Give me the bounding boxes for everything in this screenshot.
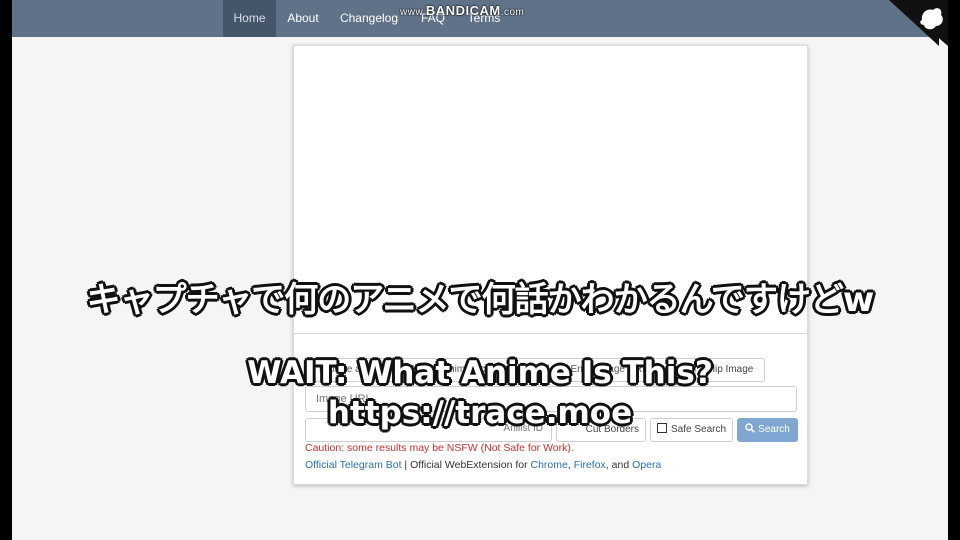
nav-changelog[interactable]: Changelog [334, 0, 404, 37]
bandicam-watermark: www.BANDICAM.com [400, 3, 525, 18]
chrome-link[interactable]: Chrome [531, 459, 568, 471]
subtitle-title: WAIT: What Anime Is This? [247, 355, 713, 391]
links-line: Official Telegram Bot | Official WebExte… [305, 459, 661, 471]
browser-viewport: Home About Changelog FAQ Terms Browse a … [12, 0, 948, 540]
app-logo-icon [889, 0, 948, 46]
telegram-bot-link[interactable]: Official Telegram Bot [305, 459, 402, 471]
opera-link[interactable]: Opera [632, 459, 661, 471]
comma-text: , [567, 459, 571, 471]
nsfw-caution-text: Caution: some results may be NSFW (Not S… [305, 442, 574, 454]
comma-text: , [605, 459, 609, 471]
link-separator: | [404, 459, 408, 471]
subtitle-url: https://trace.moe [327, 395, 633, 431]
firefox-link[interactable]: Firefox [574, 459, 606, 471]
nav-about[interactable]: About [280, 0, 326, 37]
nav-home[interactable]: Home [223, 0, 276, 37]
subtitle-japanese: キャプチャで何のアニメで何話かわかるんですけどw [86, 280, 875, 320]
webextension-text: Official WebExtension for [410, 459, 528, 471]
and-text: and [611, 459, 630, 471]
